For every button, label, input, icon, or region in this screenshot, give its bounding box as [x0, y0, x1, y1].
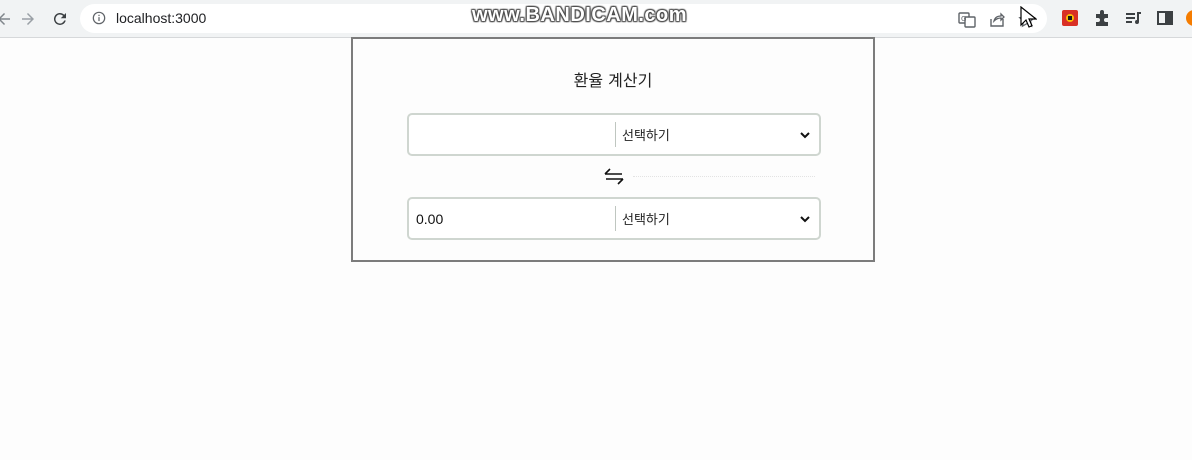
- share-icon[interactable]: [988, 11, 1006, 29]
- browser-toolbar: localhost:3000 G www.BANDICAM.com: [0, 0, 1192, 38]
- from-currency-label: 선택하기: [622, 129, 670, 144]
- swap-arrows-icon: [604, 168, 624, 185]
- from-amount-input[interactable]: [409, 115, 615, 154]
- to-amount-input[interactable]: [409, 199, 615, 238]
- exchange-calculator-card: 환율 계산기 선택하기 선택하기: [351, 37, 875, 262]
- to-currency-label: 선택하기: [622, 213, 670, 228]
- extensions-puzzle-icon[interactable]: [1092, 8, 1112, 28]
- chevron-down-icon: [800, 216, 810, 223]
- swap-currencies-button[interactable]: [603, 165, 625, 187]
- forward-button[interactable]: [16, 7, 40, 31]
- side-panel-icon[interactable]: [1155, 8, 1175, 28]
- reload-icon: [53, 12, 66, 25]
- bandicam-watermark: www.BANDICAM.com: [472, 4, 688, 26]
- divider-line: [633, 176, 815, 177]
- mouse-cursor-icon: [1020, 6, 1037, 28]
- reload-button[interactable]: [48, 7, 72, 31]
- back-arrow-icon: [0, 13, 10, 25]
- translate-icon[interactable]: G: [958, 11, 976, 29]
- profile-avatar[interactable]: [1184, 8, 1192, 28]
- chevron-down-icon: [800, 132, 810, 139]
- extension-red-icon[interactable]: [1060, 8, 1080, 28]
- site-info-icon[interactable]: [92, 11, 106, 25]
- media-queue-icon[interactable]: [1124, 8, 1144, 28]
- back-button[interactable]: [0, 7, 16, 31]
- forward-arrow-icon: [22, 13, 34, 25]
- svg-text:G: G: [961, 15, 966, 23]
- url-text: localhost:3000: [116, 10, 207, 26]
- from-currency-select[interactable]: 선택하기: [616, 115, 819, 154]
- to-currency-select[interactable]: 선택하기: [616, 199, 819, 238]
- from-currency-row: 선택하기: [407, 113, 821, 156]
- calculator-title: 환율 계산기: [573, 71, 653, 90]
- to-currency-row: 선택하기: [407, 197, 821, 240]
